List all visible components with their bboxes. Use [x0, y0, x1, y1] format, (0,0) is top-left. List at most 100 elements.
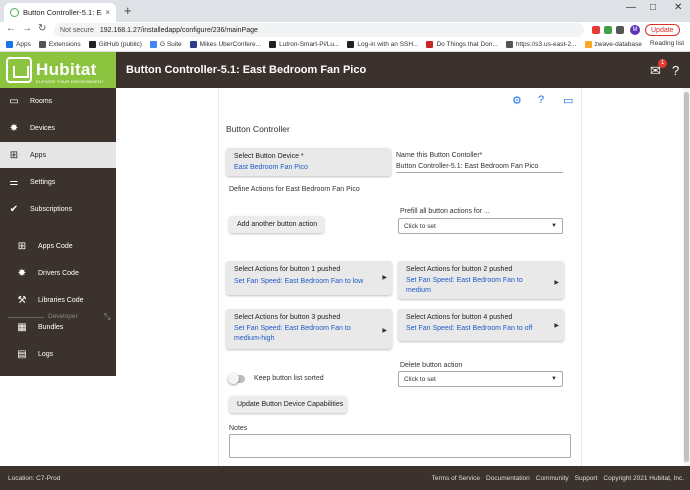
button-1-value: Set Fan Speed: East Bedroom Fan to low: [234, 278, 364, 285]
toggle-knob: [228, 373, 239, 384]
bookmark-item[interactable]: G Suite: [149, 41, 182, 48]
puzzle-icon[interactable]: [616, 26, 624, 34]
url-bar[interactable]: Not secure 192.168.1.27/installedapp/con…: [54, 23, 584, 37]
forward-icon[interactable]: →: [22, 23, 32, 34]
select-device-label: Select Button Device *: [234, 153, 304, 160]
add-button-action-button[interactable]: Add another button action: [229, 216, 324, 233]
apps-grid-icon: [6, 41, 13, 48]
hubitat-favicon-icon: [10, 8, 19, 17]
bookmark-item[interactable]: GitHub (public): [88, 41, 142, 48]
sidebar-item-devices[interactable]: ✸ Devices: [0, 115, 116, 141]
notes-textarea[interactable]: [229, 434, 571, 458]
add-button-action-label: Add another button action: [237, 221, 318, 228]
help-circle-icon[interactable]: ?: [538, 94, 544, 106]
sidebar-item-logs[interactable]: ▤ Logs: [0, 341, 116, 367]
dropdown-caret-icon: ▼: [551, 223, 557, 229]
bookmark-label: https://s3.us-east-2...: [515, 41, 577, 48]
sidebar-item-settings[interactable]: ⚌ Settings: [0, 169, 116, 195]
bookmark-label: GitHub (public): [98, 41, 142, 48]
sidebar-item-label: Logs: [38, 350, 54, 358]
select-button-device[interactable]: Select Button Device * East Bedroom Fan …: [226, 148, 391, 176]
prefill-value: Click to set: [404, 222, 436, 230]
sidebar-item-label: Bundles: [38, 323, 64, 331]
display-icon[interactable]: ▭: [563, 94, 573, 107]
scrollbar-thumb[interactable]: [684, 92, 689, 462]
extension-icon[interactable]: [592, 26, 600, 34]
define-actions-label: Define Actions for East Bedroom Fan Pico: [229, 186, 360, 193]
bookmark-item[interactable]: Log-in with an SSH...: [347, 41, 418, 48]
footer-links: Terms of Service Documentation Community Su…: [426, 475, 684, 482]
bookmark-item[interactable]: Extensions: [38, 41, 81, 48]
sidebar-item-label: Devices: [30, 124, 55, 132]
update-browser-button[interactable]: Update: [645, 24, 680, 36]
sidebar-item-label: Apps Code: [38, 242, 73, 250]
sidebar-item-subscriptions[interactable]: ✔ Subscriptions: [0, 196, 116, 222]
sidebar-item-libraries-code[interactable]: ⚒ Libraries Code: [0, 287, 116, 313]
update-capabilities-button[interactable]: Update Button Device Capabilities: [229, 396, 347, 413]
prefill-label: Prefill all button actions for ...: [400, 208, 490, 215]
keep-sorted-toggle[interactable]: [228, 373, 245, 384]
button-1-actions[interactable]: Select Actions for button 1 pushed Set F…: [226, 261, 392, 295]
hubitat-logo[interactable]: Hubitat ELEVATE YOUR ENVIRONMENT: [0, 52, 116, 88]
new-tab-button[interactable]: +: [124, 3, 132, 18]
name-field[interactable]: Button Controller-5.1: East Bedroom Fan …: [396, 163, 563, 173]
back-icon[interactable]: ←: [6, 23, 16, 34]
button-2-actions[interactable]: Select Actions for button 2 pushed Set F…: [398, 261, 564, 299]
bookmark-label: Log-in with an SSH...: [357, 41, 419, 48]
settings-gear-icon[interactable]: ⚙: [512, 94, 522, 107]
bookmark-item[interactable]: https://s3.us-east-2...: [505, 41, 577, 48]
bookmark-item[interactable]: Mikes UberConfere...: [189, 41, 262, 48]
button-4-label: Select Actions for button 4 pushed: [406, 314, 513, 321]
location-label: Location: C7-Prod: [8, 475, 61, 482]
flag-icon: [426, 41, 434, 48]
sidebar-item-bundles[interactable]: ▦ Bundles: [0, 314, 116, 340]
bookmark-item[interactable]: Do Things that Don...: [426, 41, 498, 48]
delete-action-select[interactable]: Click to set ▼: [398, 371, 563, 387]
reading-list-button[interactable]: Reading list: [650, 40, 684, 47]
footer-link[interactable]: Documentation: [486, 475, 530, 482]
button-4-actions[interactable]: Select Actions for button 4 pushed Set F…: [398, 309, 564, 341]
notification-badge: 1: [658, 59, 667, 68]
update-label: Update: [651, 26, 674, 34]
footer-link: Copyright 2021 Hubitat, Inc.: [603, 475, 684, 482]
sidebar-item-apps-code[interactable]: ⊞ Apps Code: [0, 233, 116, 259]
bookmark-item[interactable]: zwave-database: [584, 41, 642, 48]
delete-action-value: Click to set: [404, 375, 436, 383]
sidebar-item-label: Apps: [30, 151, 46, 159]
window-close-button[interactable]: ✕: [674, 2, 682, 13]
button-3-label: Select Actions for button 3 pushed: [234, 314, 341, 321]
sidebar-item-apps[interactable]: ⊞ Apps: [0, 142, 116, 168]
page-scrollbar[interactable]: [683, 88, 690, 466]
bundles-icon: ▦: [17, 321, 27, 333]
bookmark-item[interactable]: Apps: [6, 41, 31, 48]
card-divider: [218, 88, 219, 466]
brand-tagline: ELEVATE YOUR ENVIRONMENT: [36, 79, 104, 84]
extension-icon[interactable]: [604, 26, 612, 34]
subscriptions-icon: ✔: [9, 203, 19, 215]
help-icon[interactable]: ?: [672, 63, 679, 78]
keep-sorted-label: Keep button list sorted: [254, 375, 324, 382]
sidebar-item-drivers-code[interactable]: ✸ Drivers Code: [0, 260, 116, 286]
bookmark-item[interactable]: Lutron-Smart-Pi/Lu...: [269, 41, 339, 48]
name-field-label: Name this Button Contoller*: [396, 152, 483, 159]
sidebar-item-rooms[interactable]: ▭ Rooms: [0, 88, 116, 114]
minimize-button[interactable]: —: [626, 2, 636, 13]
browser-tab[interactable]: Button Controller-5.1: East Bedr ×: [4, 3, 116, 22]
bookmark-label: G Suite: [159, 41, 182, 48]
url-text[interactable]: 192.168.1.27/installedapp/configure/236/…: [100, 27, 258, 34]
profile-avatar[interactable]: M: [630, 25, 640, 35]
button-4-value: Set Fan Speed: East Bedroom Fan to off: [406, 325, 533, 332]
button-3-actions[interactable]: Select Actions for button 3 pushed Set F…: [226, 309, 392, 349]
not-secure-label[interactable]: Not secure: [60, 27, 94, 34]
reload-icon[interactable]: ↻: [38, 23, 46, 34]
sidebar-item-label: Rooms: [30, 97, 53, 105]
address-bar-row: ← → ↻ Not secure 192.168.1.27/installeda…: [0, 22, 690, 38]
footer-link[interactable]: Terms of Service: [432, 475, 480, 482]
prefill-select[interactable]: Click to set ▼: [398, 218, 563, 234]
maximize-button[interactable]: □: [650, 2, 656, 13]
footer-link[interactable]: Community: [536, 475, 569, 482]
bookmark-label: Mikes UberConfere...: [199, 41, 262, 48]
settings-icon: ⚌: [9, 176, 19, 188]
tab-close-icon[interactable]: ×: [105, 8, 110, 17]
footer-link[interactable]: Support: [575, 475, 598, 482]
